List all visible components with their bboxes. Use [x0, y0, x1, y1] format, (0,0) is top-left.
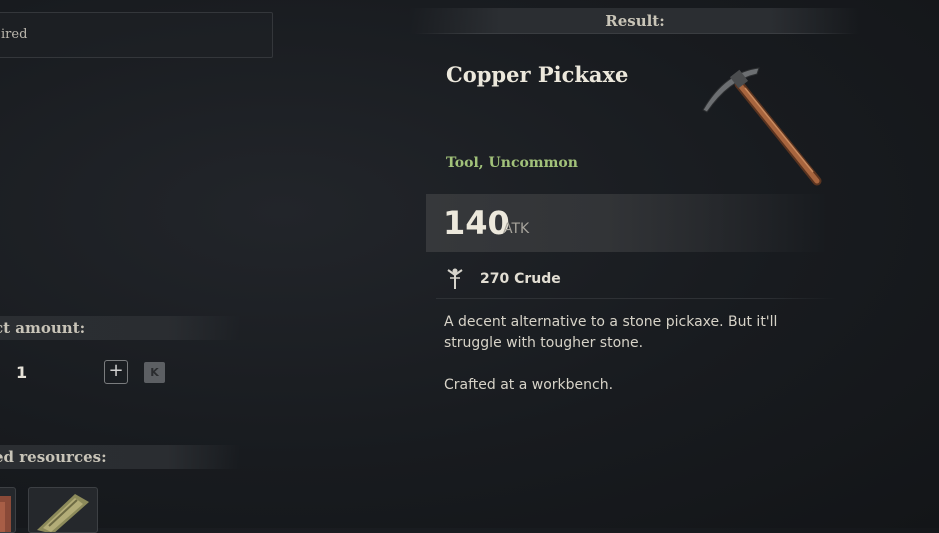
- wood-log-icon: [37, 494, 89, 532]
- crafting-left-panel: ired ct amount: 1 + K ed resources:: [0, 0, 300, 533]
- copper-pickaxe-icon: [702, 67, 822, 186]
- item-description: A decent alternative to a stone pickaxe.…: [444, 314, 778, 351]
- requirement-text: ired: [1, 27, 28, 42]
- crude-material-icon: [447, 268, 463, 289]
- atk-value: 140: [443, 204, 510, 242]
- resource-slot-2[interactable]: [28, 487, 98, 533]
- copper-ore-icon: [0, 496, 11, 532]
- crafted-note: Crafted at a workbench.: [444, 377, 614, 393]
- max-key-hint: K: [144, 362, 165, 383]
- select-amount-label: ct amount:: [0, 319, 86, 337]
- item-category: Tool, Uncommon: [446, 155, 578, 171]
- required-resources-label: ed resources:: [0, 448, 107, 466]
- material-divider: [436, 298, 836, 299]
- requirement-box: ired: [0, 12, 273, 58]
- amount-value[interactable]: 1: [16, 363, 27, 382]
- result-divider: [415, 33, 855, 34]
- material-text: 270 Crude: [480, 271, 561, 287]
- resource-slot-1[interactable]: [0, 487, 16, 533]
- atk-label: ATK: [503, 221, 530, 237]
- required-resources-header: ed resources:: [0, 445, 240, 469]
- result-header: Result:: [410, 8, 860, 34]
- increase-amount-button[interactable]: +: [104, 360, 128, 384]
- item-name: Copper Pickaxe: [446, 62, 629, 87]
- select-amount-header: ct amount:: [0, 316, 240, 340]
